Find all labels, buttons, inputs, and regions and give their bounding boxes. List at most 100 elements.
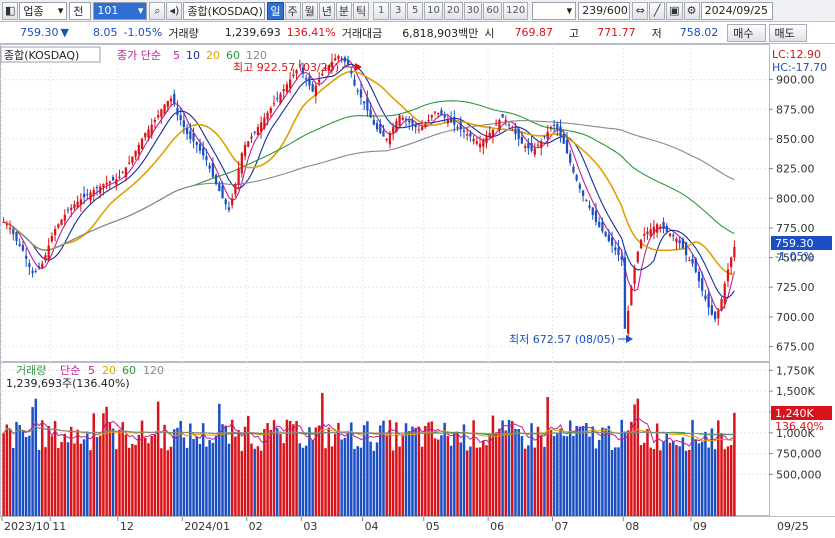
candle-body: [417, 129, 421, 131]
index-name: 종합(KOSDAQ): [187, 4, 263, 18]
tab-tick[interactable]: 틱: [353, 1, 370, 20]
candle-body: [5, 224, 8, 226]
low-value: 758.02: [679, 26, 719, 39]
candle-body: [73, 204, 76, 209]
candle-body: [18, 244, 21, 246]
tab-minute[interactable]: 분: [335, 1, 353, 20]
candle-body: [627, 310, 630, 334]
volume-bar: [234, 436, 237, 516]
candle-body: [260, 122, 263, 132]
draw-icon[interactable]: ╱: [649, 1, 666, 20]
candle-body: [694, 258, 697, 272]
price-tick-label: 825.00: [776, 163, 815, 176]
volume-bar: [24, 436, 28, 516]
layout-icon[interactable]: ◧: [2, 1, 19, 20]
candle-body: [379, 124, 382, 133]
volume-bar: [668, 442, 672, 516]
volume-bar: [292, 424, 295, 516]
volume-bar: [73, 443, 76, 516]
volume-bar: [21, 431, 25, 516]
volume-bar: [585, 422, 588, 516]
volume-bar: [562, 435, 566, 516]
volume-bar: [247, 415, 250, 516]
volume-bar: [169, 446, 173, 516]
vol-last-value: 1,239,693주(136.40%): [6, 377, 130, 390]
interval-custom-input[interactable]: ▾: [532, 1, 577, 20]
sell-button[interactable]: 매도: [768, 23, 807, 42]
volume-bar: [214, 435, 218, 516]
search-icon[interactable]: ⌕: [149, 1, 166, 20]
volume-bar: [182, 437, 186, 516]
tab-day[interactable]: 일: [267, 1, 284, 20]
price-chart[interactable]: 675.00700.00725.00750.00775.00800.00825.…: [0, 44, 835, 362]
volume-bar: [195, 436, 199, 516]
tab-week[interactable]: 주: [284, 1, 301, 20]
interval-30[interactable]: 30: [463, 1, 483, 20]
interval-120[interactable]: 120: [503, 1, 529, 20]
candle-body: [404, 118, 408, 120]
chevron-down-icon: ▾: [57, 4, 64, 17]
candle-body: [514, 128, 517, 135]
volume-bar: [704, 431, 707, 516]
save-icon[interactable]: ▣: [666, 1, 683, 20]
date-input[interactable]: 2024/09/25: [700, 1, 773, 20]
candle-body: [292, 74, 295, 77]
candle-body: [60, 219, 63, 225]
buy-button[interactable]: 매수: [727, 23, 766, 42]
candle-body: [202, 147, 205, 156]
volume-bar: [491, 415, 495, 516]
candle-body: [659, 226, 662, 229]
x-tick-label: 09: [693, 520, 707, 533]
open-value: 769.87: [514, 26, 554, 39]
volume-bar: [617, 447, 620, 516]
candle-body: [598, 221, 601, 227]
volume-bar: [710, 428, 714, 516]
candle-body: [195, 142, 198, 145]
volume-bar: [462, 424, 466, 516]
vol-legend-title: 거래량: [16, 364, 46, 377]
period-select[interactable]: 전: [69, 1, 92, 20]
speaker-icon[interactable]: ◂): [166, 1, 183, 20]
current-change-tag: -1.05%: [775, 250, 814, 263]
zoom-icon[interactable]: ⇔: [632, 1, 649, 20]
candle-body: [433, 111, 437, 113]
interval-10[interactable]: 10: [424, 1, 443, 20]
volume-bar: [28, 435, 31, 516]
candle-body: [266, 112, 269, 120]
volume-chart[interactable]: 500,000750,0001,000K1,250K1,500K1,750K 거…: [0, 362, 835, 516]
volume-bar: [488, 434, 491, 516]
volume-bar: [140, 420, 144, 516]
interval-5[interactable]: 5: [407, 1, 424, 20]
volume-bar: [391, 450, 395, 516]
candle-body: [443, 115, 446, 118]
volume-bar: [224, 425, 227, 516]
tab-year[interactable]: 년: [318, 1, 335, 20]
volume-bar: [333, 434, 337, 516]
interval-1[interactable]: 1: [373, 1, 390, 20]
candle-body: [472, 138, 475, 142]
tab-month[interactable]: 월: [301, 1, 318, 20]
candle-body: [137, 144, 140, 154]
interval-60[interactable]: 60: [483, 1, 503, 20]
lc-label: LC:12.90: [772, 48, 821, 61]
volume-bar: [205, 446, 208, 516]
volume-bar: [440, 435, 443, 516]
interval-20[interactable]: 20: [443, 1, 463, 20]
low-annotation: 최저 672.57 (08/05): [509, 333, 615, 346]
candle-body: [243, 144, 247, 157]
volume-bar: [604, 428, 607, 516]
candle-body: [121, 172, 124, 174]
gear-icon[interactable]: ⚙: [683, 1, 700, 20]
candle-body: [704, 295, 707, 300]
volume-bar: [671, 440, 675, 516]
candle-body: [314, 85, 318, 96]
candle-body: [311, 84, 314, 92]
code-input[interactable]: 101 ▾: [93, 1, 148, 20]
market-select[interactable]: 업종 ▾: [19, 1, 68, 20]
volume-panel[interactable]: 500,000750,0001,000K1,250K1,500K1,750K 거…: [0, 362, 835, 516]
candle-body: [337, 55, 340, 59]
interval-3[interactable]: 3: [390, 1, 407, 20]
candle-body: [346, 59, 350, 66]
count-input[interactable]: 239/600: [578, 1, 631, 20]
price-panel[interactable]: 675.00 700.00 725.00 750.00 775.00 800.00 825.…: [0, 44, 835, 362]
